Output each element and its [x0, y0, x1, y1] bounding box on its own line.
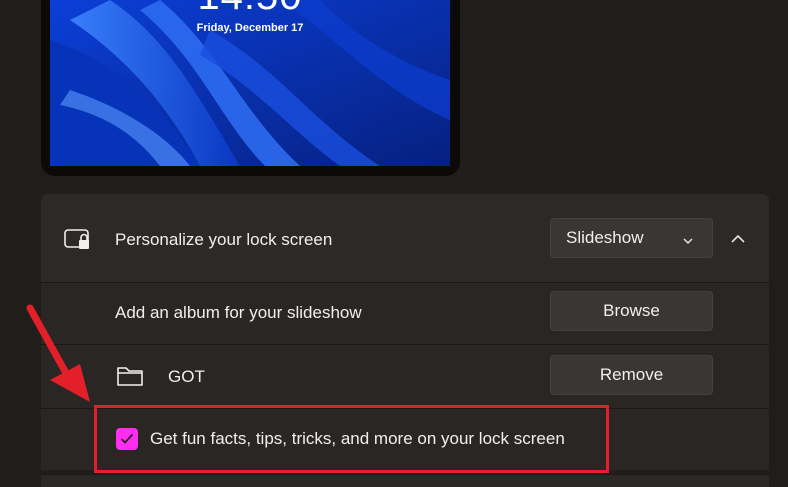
- preview-date: Friday, December 17: [196, 22, 304, 34]
- next-row-edge: [41, 474, 769, 487]
- lock-screen-mode-value: Slideshow: [566, 228, 644, 247]
- chevron-up-icon[interactable]: [730, 232, 746, 250]
- lock-screen-mode-dropdown[interactable]: Slideshow: [550, 218, 713, 258]
- annotation-arrow: [20, 302, 100, 412]
- lock-screen-icon: [64, 229, 92, 256]
- add-album-label: Add an album for your slideshow: [115, 303, 362, 322]
- preview-clock: 14:50: [50, 0, 450, 19]
- album-name: GOT: [168, 367, 205, 386]
- personalize-lock-screen-label: Personalize your lock screen: [115, 230, 333, 249]
- lock-screen-preview: 14:50 Friday, December 17: [50, 0, 450, 166]
- chevron-down-icon: [682, 232, 694, 252]
- folder-icon: [116, 365, 144, 392]
- remove-button[interactable]: Remove: [550, 355, 713, 395]
- browse-button[interactable]: Browse: [550, 291, 713, 331]
- annotation-highlight-box: [94, 405, 609, 473]
